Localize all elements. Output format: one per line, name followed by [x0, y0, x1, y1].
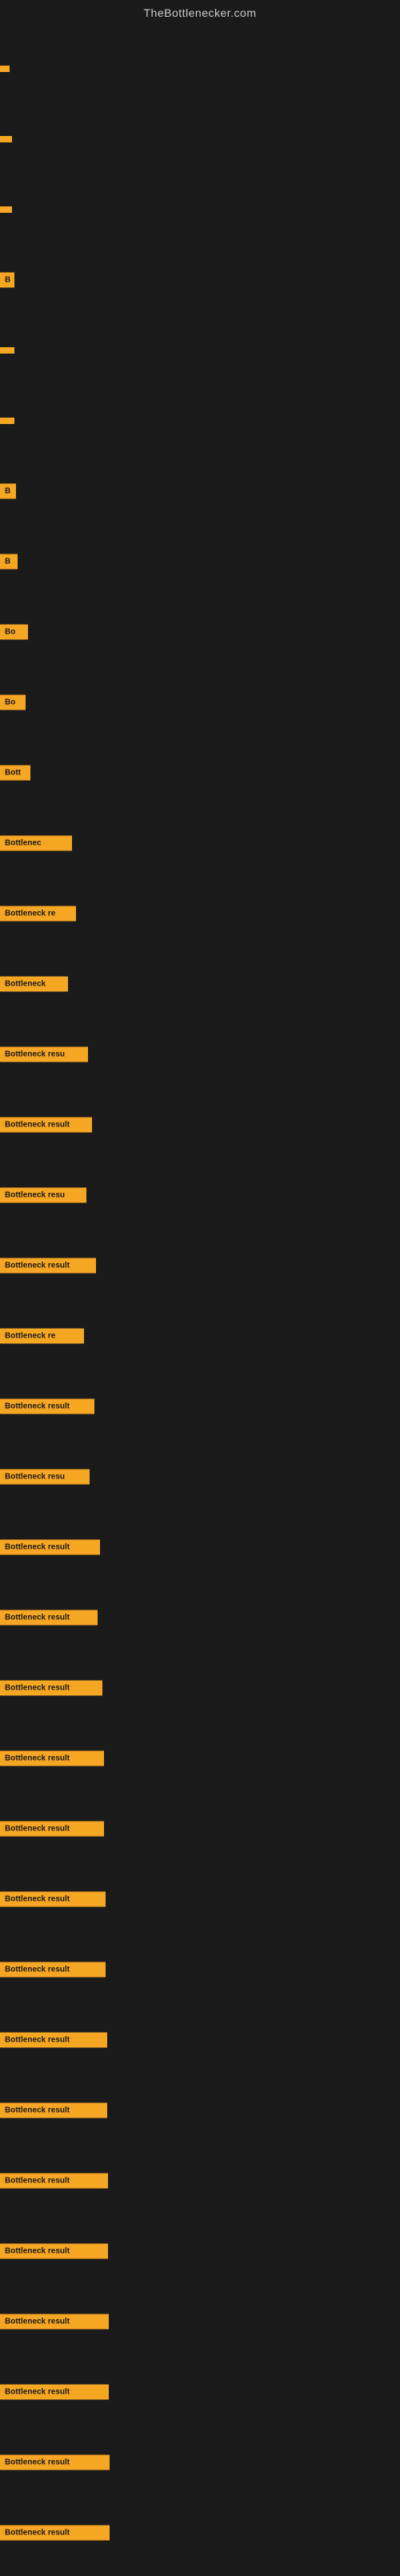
- bar-label: Bottleneck resu: [0, 1188, 86, 1203]
- bar-label: Bottleneck resu: [0, 1470, 90, 1485]
- bar-row: Bottleneck result: [0, 1794, 400, 1864]
- bar-row: Bo: [0, 667, 400, 738]
- bar-label: B: [0, 484, 16, 499]
- bar-row: Bottleneck result: [0, 1371, 400, 1442]
- bar-label: Bottleneck result: [0, 1822, 104, 1837]
- bar-row: Bottleneck result: [0, 1934, 400, 2005]
- bar-row: Bottleneck result: [0, 2005, 400, 2075]
- bar-row: Bo: [0, 597, 400, 667]
- bar-row: Bottleneck result: [0, 2075, 400, 2146]
- bar-row: B: [0, 245, 400, 315]
- bar-label: Bottleneck result: [0, 1892, 106, 1907]
- bar-row: Bottleneck re: [0, 878, 400, 949]
- bar-row: Bottleneck result: [0, 2146, 400, 2216]
- bar-row: Bottleneck resu: [0, 1019, 400, 1090]
- bar-row: Bottleneck result: [0, 1723, 400, 1794]
- bar-label: Bottleneck: [0, 977, 68, 992]
- bar-row: B: [0, 526, 400, 597]
- bar-label: Bottleneck re: [0, 1329, 84, 1344]
- bar-label: Bottleneck result: [0, 1610, 98, 1626]
- bar-row: Bottlenec: [0, 808, 400, 878]
- bar-row: Bottleneck result: [0, 1512, 400, 1582]
- site-title: TheBottlenecker.com: [0, 0, 400, 26]
- bar-label: Bottleneck re: [0, 906, 76, 922]
- bar-row: [0, 174, 400, 245]
- bar-row: Bottleneck re: [0, 1301, 400, 1371]
- bar-row: [0, 34, 400, 104]
- bar-label: Bottleneck result: [0, 1540, 100, 1555]
- bar-label: Bottleneck result: [0, 2385, 109, 2400]
- bar-label: Bottleneck result: [0, 1118, 92, 1133]
- bar-row: Bottleneck result: [0, 2427, 400, 2498]
- bar-row: Bottleneck result: [0, 1090, 400, 1160]
- bar-row: [0, 104, 400, 174]
- bar-row: Bottleneck resu: [0, 1442, 400, 1512]
- bar-row: [0, 386, 400, 456]
- bar-label: Bottleneck result: [0, 1258, 96, 1274]
- bar-row: Bottleneck result: [0, 1230, 400, 1301]
- bar-row: Bottleneck resu: [0, 1160, 400, 1230]
- bar-label: B: [0, 554, 18, 570]
- bar-label: [0, 347, 14, 354]
- bar-label: Bottleneck result: [0, 1962, 106, 1978]
- bar-label: Bottleneck result: [0, 2244, 108, 2259]
- bar-label: [0, 206, 12, 213]
- bar-row: Bottleneck result: [0, 1864, 400, 1934]
- bar-label: [0, 418, 14, 424]
- bar-label: B: [0, 273, 14, 288]
- bar-label: Bottleneck result: [0, 1681, 102, 1696]
- bar-label: Bottleneck result: [0, 2033, 107, 2048]
- bar-row: Bottleneck result: [0, 2216, 400, 2286]
- bar-label: [0, 136, 12, 142]
- bar-row: [0, 315, 400, 386]
- bar-row: B: [0, 456, 400, 526]
- bar-label: Bottleneck result: [0, 1399, 94, 1414]
- bar-label: [0, 66, 10, 72]
- bar-row: Bottleneck result: [0, 1582, 400, 1653]
- bar-row: Bottleneck result: [0, 2286, 400, 2357]
- bar-label: Bottleneck result: [0, 2314, 109, 2330]
- bar-row: Bottleneck result: [0, 2357, 400, 2427]
- bar-row: Bott: [0, 738, 400, 808]
- bar-label: Bottleneck result: [0, 2455, 110, 2470]
- bar-row: Bottleneck: [0, 949, 400, 1019]
- bar-label: Bottleneck resu: [0, 1047, 88, 1062]
- bar-label: Bottleneck result: [0, 2174, 108, 2189]
- bar-label: Bottleneck result: [0, 2526, 110, 2541]
- bar-row: Bottleneck result: [0, 2498, 400, 2568]
- bar-label: Bottleneck result: [0, 1751, 104, 1766]
- bar-label: Bo: [0, 625, 28, 640]
- bar-label: Bo: [0, 695, 26, 710]
- bars-container: B B B Bo Bo Bott Bottlenec Bottleneck re Bottlen…: [0, 26, 400, 2576]
- bar-label: Bott: [0, 766, 30, 781]
- bar-label: Bottlenec: [0, 836, 72, 851]
- bar-label: Bottleneck result: [0, 2103, 107, 2118]
- bar-row: Bottleneck result: [0, 1653, 400, 1723]
